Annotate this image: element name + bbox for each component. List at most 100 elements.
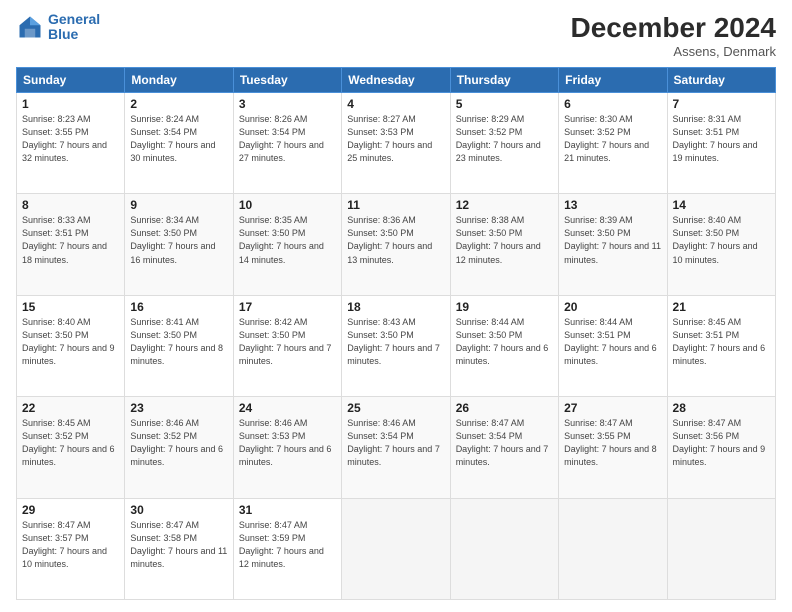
calendar-header-row: Sunday Monday Tuesday Wednesday Thursday…	[17, 68, 776, 93]
page: General Blue December 2024 Assens, Denma…	[0, 0, 792, 612]
day-info: Sunrise: 8:47 AM Sunset: 3:55 PM Dayligh…	[564, 417, 661, 469]
table-row: 12 Sunrise: 8:38 AM Sunset: 3:50 PM Dayl…	[450, 194, 558, 295]
day-number: 12	[456, 198, 553, 212]
table-row: 19 Sunrise: 8:44 AM Sunset: 3:50 PM Dayl…	[450, 295, 558, 396]
day-info: Sunrise: 8:46 AM Sunset: 3:53 PM Dayligh…	[239, 417, 336, 469]
col-friday: Friday	[559, 68, 667, 93]
day-info: Sunrise: 8:33 AM Sunset: 3:51 PM Dayligh…	[22, 214, 119, 266]
day-info: Sunrise: 8:47 AM Sunset: 3:58 PM Dayligh…	[130, 519, 227, 571]
table-row: 2 Sunrise: 8:24 AM Sunset: 3:54 PM Dayli…	[125, 93, 233, 194]
table-row: 11 Sunrise: 8:36 AM Sunset: 3:50 PM Dayl…	[342, 194, 450, 295]
table-row: 8 Sunrise: 8:33 AM Sunset: 3:51 PM Dayli…	[17, 194, 125, 295]
day-info: Sunrise: 8:34 AM Sunset: 3:50 PM Dayligh…	[130, 214, 227, 266]
day-number: 23	[130, 401, 227, 415]
table-row: 15 Sunrise: 8:40 AM Sunset: 3:50 PM Dayl…	[17, 295, 125, 396]
day-info: Sunrise: 8:38 AM Sunset: 3:50 PM Dayligh…	[456, 214, 553, 266]
table-row: 24 Sunrise: 8:46 AM Sunset: 3:53 PM Dayl…	[233, 397, 341, 498]
logo-line2: Blue	[48, 26, 78, 42]
table-row: 14 Sunrise: 8:40 AM Sunset: 3:50 PM Dayl…	[667, 194, 775, 295]
day-number: 9	[130, 198, 227, 212]
table-row: 20 Sunrise: 8:44 AM Sunset: 3:51 PM Dayl…	[559, 295, 667, 396]
day-info: Sunrise: 8:27 AM Sunset: 3:53 PM Dayligh…	[347, 113, 444, 165]
day-number: 31	[239, 503, 336, 517]
table-row	[450, 498, 558, 599]
logo-text: General Blue	[48, 12, 100, 43]
day-info: Sunrise: 8:45 AM Sunset: 3:52 PM Dayligh…	[22, 417, 119, 469]
day-number: 17	[239, 300, 336, 314]
day-info: Sunrise: 8:42 AM Sunset: 3:50 PM Dayligh…	[239, 316, 336, 368]
day-info: Sunrise: 8:39 AM Sunset: 3:50 PM Dayligh…	[564, 214, 661, 266]
day-number: 10	[239, 198, 336, 212]
col-monday: Monday	[125, 68, 233, 93]
calendar-week-row: 15 Sunrise: 8:40 AM Sunset: 3:50 PM Dayl…	[17, 295, 776, 396]
day-info: Sunrise: 8:26 AM Sunset: 3:54 PM Dayligh…	[239, 113, 336, 165]
day-info: Sunrise: 8:46 AM Sunset: 3:52 PM Dayligh…	[130, 417, 227, 469]
location-subtitle: Assens, Denmark	[571, 44, 776, 59]
day-info: Sunrise: 8:47 AM Sunset: 3:59 PM Dayligh…	[239, 519, 336, 571]
day-info: Sunrise: 8:46 AM Sunset: 3:54 PM Dayligh…	[347, 417, 444, 469]
table-row: 26 Sunrise: 8:47 AM Sunset: 3:54 PM Dayl…	[450, 397, 558, 498]
table-row: 23 Sunrise: 8:46 AM Sunset: 3:52 PM Dayl…	[125, 397, 233, 498]
day-info: Sunrise: 8:44 AM Sunset: 3:51 PM Dayligh…	[564, 316, 661, 368]
calendar-week-row: 1 Sunrise: 8:23 AM Sunset: 3:55 PM Dayli…	[17, 93, 776, 194]
table-row	[667, 498, 775, 599]
day-number: 26	[456, 401, 553, 415]
logo: General Blue	[16, 12, 100, 43]
day-number: 28	[673, 401, 770, 415]
day-number: 25	[347, 401, 444, 415]
col-wednesday: Wednesday	[342, 68, 450, 93]
table-row: 27 Sunrise: 8:47 AM Sunset: 3:55 PM Dayl…	[559, 397, 667, 498]
day-number: 1	[22, 97, 119, 111]
day-number: 5	[456, 97, 553, 111]
table-row: 25 Sunrise: 8:46 AM Sunset: 3:54 PM Dayl…	[342, 397, 450, 498]
day-number: 11	[347, 198, 444, 212]
day-info: Sunrise: 8:30 AM Sunset: 3:52 PM Dayligh…	[564, 113, 661, 165]
day-number: 8	[22, 198, 119, 212]
day-info: Sunrise: 8:41 AM Sunset: 3:50 PM Dayligh…	[130, 316, 227, 368]
day-info: Sunrise: 8:47 AM Sunset: 3:57 PM Dayligh…	[22, 519, 119, 571]
day-number: 2	[130, 97, 227, 111]
table-row: 28 Sunrise: 8:47 AM Sunset: 3:56 PM Dayl…	[667, 397, 775, 498]
day-info: Sunrise: 8:45 AM Sunset: 3:51 PM Dayligh…	[673, 316, 770, 368]
day-number: 15	[22, 300, 119, 314]
header: General Blue December 2024 Assens, Denma…	[16, 12, 776, 59]
calendar-week-row: 22 Sunrise: 8:45 AM Sunset: 3:52 PM Dayl…	[17, 397, 776, 498]
logo-line1: General	[48, 11, 100, 27]
day-number: 18	[347, 300, 444, 314]
table-row: 13 Sunrise: 8:39 AM Sunset: 3:50 PM Dayl…	[559, 194, 667, 295]
day-number: 13	[564, 198, 661, 212]
day-number: 22	[22, 401, 119, 415]
table-row: 1 Sunrise: 8:23 AM Sunset: 3:55 PM Dayli…	[17, 93, 125, 194]
calendar-week-row: 29 Sunrise: 8:47 AM Sunset: 3:57 PM Dayl…	[17, 498, 776, 599]
day-number: 27	[564, 401, 661, 415]
table-row: 29 Sunrise: 8:47 AM Sunset: 3:57 PM Dayl…	[17, 498, 125, 599]
table-row: 10 Sunrise: 8:35 AM Sunset: 3:50 PM Dayl…	[233, 194, 341, 295]
day-info: Sunrise: 8:24 AM Sunset: 3:54 PM Dayligh…	[130, 113, 227, 165]
day-number: 19	[456, 300, 553, 314]
table-row: 9 Sunrise: 8:34 AM Sunset: 3:50 PM Dayli…	[125, 194, 233, 295]
day-number: 21	[673, 300, 770, 314]
table-row: 22 Sunrise: 8:45 AM Sunset: 3:52 PM Dayl…	[17, 397, 125, 498]
day-info: Sunrise: 8:35 AM Sunset: 3:50 PM Dayligh…	[239, 214, 336, 266]
day-info: Sunrise: 8:43 AM Sunset: 3:50 PM Dayligh…	[347, 316, 444, 368]
day-number: 20	[564, 300, 661, 314]
day-info: Sunrise: 8:31 AM Sunset: 3:51 PM Dayligh…	[673, 113, 770, 165]
day-info: Sunrise: 8:29 AM Sunset: 3:52 PM Dayligh…	[456, 113, 553, 165]
table-row: 18 Sunrise: 8:43 AM Sunset: 3:50 PM Dayl…	[342, 295, 450, 396]
col-thursday: Thursday	[450, 68, 558, 93]
table-row: 16 Sunrise: 8:41 AM Sunset: 3:50 PM Dayl…	[125, 295, 233, 396]
calendar-table: Sunday Monday Tuesday Wednesday Thursday…	[16, 67, 776, 600]
table-row: 17 Sunrise: 8:42 AM Sunset: 3:50 PM Dayl…	[233, 295, 341, 396]
day-info: Sunrise: 8:47 AM Sunset: 3:54 PM Dayligh…	[456, 417, 553, 469]
day-info: Sunrise: 8:44 AM Sunset: 3:50 PM Dayligh…	[456, 316, 553, 368]
day-info: Sunrise: 8:40 AM Sunset: 3:50 PM Dayligh…	[673, 214, 770, 266]
table-row: 3 Sunrise: 8:26 AM Sunset: 3:54 PM Dayli…	[233, 93, 341, 194]
day-number: 7	[673, 97, 770, 111]
table-row: 31 Sunrise: 8:47 AM Sunset: 3:59 PM Dayl…	[233, 498, 341, 599]
table-row: 7 Sunrise: 8:31 AM Sunset: 3:51 PM Dayli…	[667, 93, 775, 194]
calendar-week-row: 8 Sunrise: 8:33 AM Sunset: 3:51 PM Dayli…	[17, 194, 776, 295]
day-info: Sunrise: 8:23 AM Sunset: 3:55 PM Dayligh…	[22, 113, 119, 165]
day-number: 3	[239, 97, 336, 111]
day-info: Sunrise: 8:47 AM Sunset: 3:56 PM Dayligh…	[673, 417, 770, 469]
table-row	[342, 498, 450, 599]
